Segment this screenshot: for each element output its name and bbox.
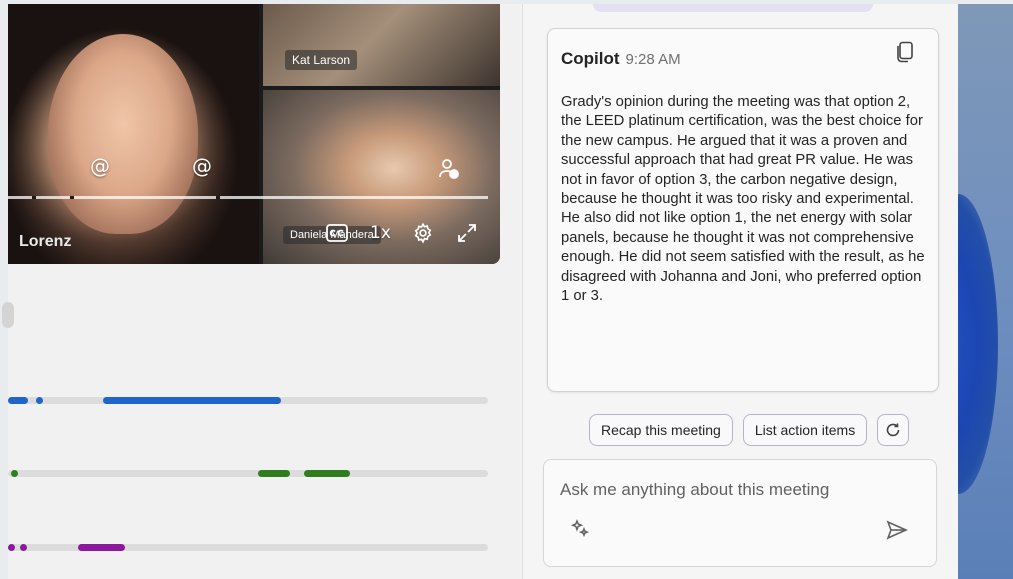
timeline-segment[interactable] xyxy=(20,544,27,551)
meeting-window: Lorenz Kat Larson Daniela Mandera @ @ 1x… xyxy=(2,4,1013,579)
previous-message-edge xyxy=(593,4,873,12)
response-header: Copilot 9:28 AM xyxy=(561,49,681,69)
speaker-timeline-track[interactable] xyxy=(8,544,488,551)
refresh-icon[interactable] xyxy=(877,414,910,446)
wallpaper-bloom xyxy=(958,194,998,494)
video-tile-main[interactable]: Lorenz xyxy=(8,4,259,264)
playback-scrubber[interactable] xyxy=(8,196,488,199)
speaker-timeline-track[interactable] xyxy=(8,397,488,404)
meeting-recap-pane: Lorenz Kat Larson Daniela Mandera @ @ 1x xyxy=(2,4,520,579)
closed-captions-icon[interactable] xyxy=(326,224,348,242)
gear-icon[interactable] xyxy=(412,222,434,244)
scrubber-marker xyxy=(70,196,74,199)
playback-speed-button[interactable]: 1x xyxy=(370,225,391,242)
desktop-background xyxy=(958,4,1013,579)
response-text: Grady's opinion during the meeting was t… xyxy=(561,94,925,305)
sparkle-icon[interactable] xyxy=(570,518,592,544)
copilot-pane: Copilot 9:28 AM Grady's opinion during t… xyxy=(523,4,958,579)
recap-meeting-chip[interactable]: Recap this meeting xyxy=(589,414,733,446)
sender-name: Copilot xyxy=(561,49,620,68)
scrubber-marker xyxy=(32,196,36,199)
timeline-segment[interactable] xyxy=(258,470,290,477)
video-grid: Lorenz Kat Larson Daniela Mandera @ @ 1x xyxy=(8,4,500,264)
message-time: 9:28 AM xyxy=(625,51,681,68)
scrubber-marker xyxy=(216,196,220,199)
timeline-segment[interactable] xyxy=(8,397,28,404)
at-icon[interactable]: @ xyxy=(192,156,212,176)
send-icon[interactable] xyxy=(886,520,908,544)
copy-icon[interactable] xyxy=(896,41,914,67)
timeline-segment[interactable] xyxy=(78,544,125,551)
timeline-segment[interactable] xyxy=(8,544,15,551)
participant-face xyxy=(48,34,198,234)
participant-name-top-right: Kat Larson xyxy=(285,50,358,70)
list-action-items-chip[interactable]: List action items xyxy=(742,414,868,446)
timeline-segment[interactable] xyxy=(103,397,281,404)
video-tile-top-right[interactable]: Kat Larson xyxy=(263,4,500,86)
speaker-timeline-track[interactable] xyxy=(8,470,488,477)
ask-copilot-input[interactable] xyxy=(560,480,890,500)
compose-box xyxy=(543,459,937,567)
timeline-segment[interactable] xyxy=(36,397,43,404)
participant-name-main: Lorenz xyxy=(19,233,72,250)
copilot-response-card: Copilot 9:28 AM Grady's opinion during t… xyxy=(547,28,939,392)
at-icon[interactable]: @ xyxy=(90,156,110,176)
suggestion-chips: Recap this meeting List action items xyxy=(589,414,910,446)
timeline-segment[interactable] xyxy=(304,470,350,477)
timeline-segment[interactable] xyxy=(11,470,18,477)
person-add-icon[interactable] xyxy=(438,158,460,180)
expand-icon[interactable] xyxy=(456,222,478,244)
scroll-handle[interactable] xyxy=(2,302,14,328)
